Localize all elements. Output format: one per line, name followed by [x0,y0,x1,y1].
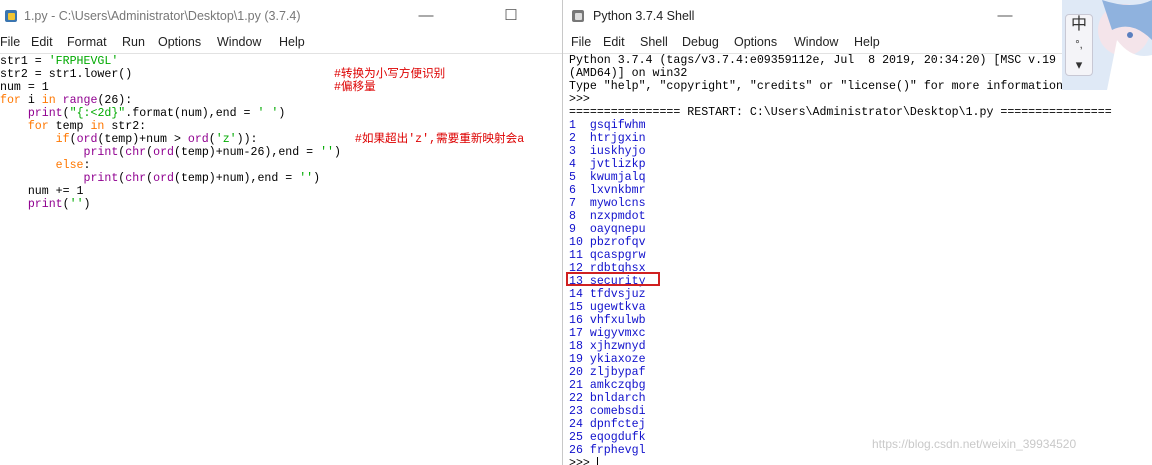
result-line: 24 dpnfctej [569,418,646,431]
ime-skin-icon[interactable]: ▾ [1066,55,1092,75]
editor-title: 1.py - C:\Users\Administrator\Desktop\1.… [24,9,301,23]
shell-menu-help[interactable]: Help [854,35,880,49]
result-line: 5 kwumjalq [569,171,646,184]
minimize-icon[interactable]: — [414,6,438,26]
code-line: print(chr(ord(temp)+num-26),end = '') [83,146,341,159]
result-line: 10 pbzrofqv [569,236,646,249]
shell-menu-window[interactable]: Window [794,35,838,49]
shell-menu-options[interactable]: Options [734,35,777,49]
code-line: str1 = 'FRPHEVGL' [0,55,119,68]
result-line: 23 comebsdi [569,405,646,418]
ime-mode-label[interactable]: 中 [1066,15,1092,35]
shell-header-line: Type "help", "copyright", "credits" or "… [569,80,1070,93]
code-line: for i in range(26): [0,94,133,107]
highlight-box [566,272,660,286]
shell-menu-edit[interactable]: Edit [603,35,625,49]
editor-menubar: File Edit Format Run Options Window Help [0,33,562,53]
python-icon [572,10,584,22]
shell-title: Python 3.7.4 Shell [593,9,695,23]
watermark: https://blog.csdn.net/weixin_39934520 [872,437,1077,451]
result-line: 20 zljbypaf [569,366,646,379]
editor-menu-format[interactable]: Format [67,35,107,49]
text-cursor [596,457,598,465]
shell-output[interactable]: Python 3.7.4 (tags/v3.7.4:e09359112e, Ju… [569,54,1112,465]
result-line: 22 bnldarch [569,392,646,405]
result-line: 3 iuskhyjo [569,145,646,158]
result-line: 2 htrjgxin [569,132,646,145]
python-file-icon [5,10,17,22]
shell-header-line: >>> [569,93,597,106]
result-line: 15 ugewtkva [569,301,646,314]
result-line: 18 xjhzwnyd [569,340,646,353]
divider [0,53,562,54]
shell-minimize-icon[interactable]: — [993,6,1017,26]
editor-menu-file[interactable]: File [0,35,20,49]
ime-punct-label[interactable]: °, [1066,35,1092,55]
shell-header-line: Python 3.7.4 (tags/v3.7.4:e09359112e, Ju… [569,54,1057,67]
editor-menu-help[interactable]: Help [279,35,305,49]
code-line: else: [55,159,91,172]
editor-menu-options[interactable]: Options [158,35,201,49]
editor-menu-run[interactable]: Run [122,35,145,49]
code-line: num += 1 [0,185,84,198]
result-line: 8 nzxpmdot [569,210,646,223]
result-line: 14 tfdvsjuz [569,288,646,301]
code-line: for temp in str2: [27,120,147,133]
shell-menu-shell[interactable]: Shell [640,35,668,49]
maximize-icon[interactable]: ☐ [499,6,523,26]
code-line: print("{:<2d}".format(num),end = ' ') [27,107,286,120]
code-line: print(chr(ord(temp)+num),end = '') [83,172,321,185]
editor-menu-edit[interactable]: Edit [31,35,53,49]
code-editor[interactable]: str1 = 'FRPHEVGL' str2 = str1.lower() #转换… [0,55,562,211]
result-line: 4 jvtlizkp [569,158,646,171]
code-line: print('') [27,198,91,211]
result-line: 16 vhfxulwb [569,314,646,327]
shell-header-line: (AMD64)] on win32 [569,67,688,80]
shell-menu-file[interactable]: File [571,35,591,49]
result-line: 19 ykiaxoze [569,353,646,366]
result-line: 17 wigyvmxc [569,327,646,340]
ime-toolbar[interactable]: 中 °, ▾ [1065,14,1093,76]
shell-menu-debug[interactable]: Debug [682,35,719,49]
editor-menu-window[interactable]: Window [217,35,261,49]
result-line: 7 mywolcns [569,197,646,210]
result-line: 9 oayqnepu [569,223,646,236]
result-line: 11 qcaspgrw [569,249,646,262]
editor-window: 1.py - C:\Users\Administrator\Desktop\1.… [0,0,562,465]
code-line: num = 1 #偏移量 [0,81,376,94]
result-line: 1 gsqifwhm [569,119,646,132]
editor-titlebar[interactable]: 1.py - C:\Users\Administrator\Desktop\1.… [0,0,562,33]
shell-prompt[interactable]: >>> [569,457,1112,465]
shell-header-line: ================ RESTART: C:\Users\Admin… [569,106,1112,119]
result-line: 21 amkczqbg [569,379,646,392]
code-line: str2 = str1.lower() #转换为小写方便识别 [0,68,446,81]
result-line: 6 lxvnkbmr [569,184,646,197]
code-line: if(ord(temp)+num > ord('z')): #如果超出'z',需… [55,133,525,146]
